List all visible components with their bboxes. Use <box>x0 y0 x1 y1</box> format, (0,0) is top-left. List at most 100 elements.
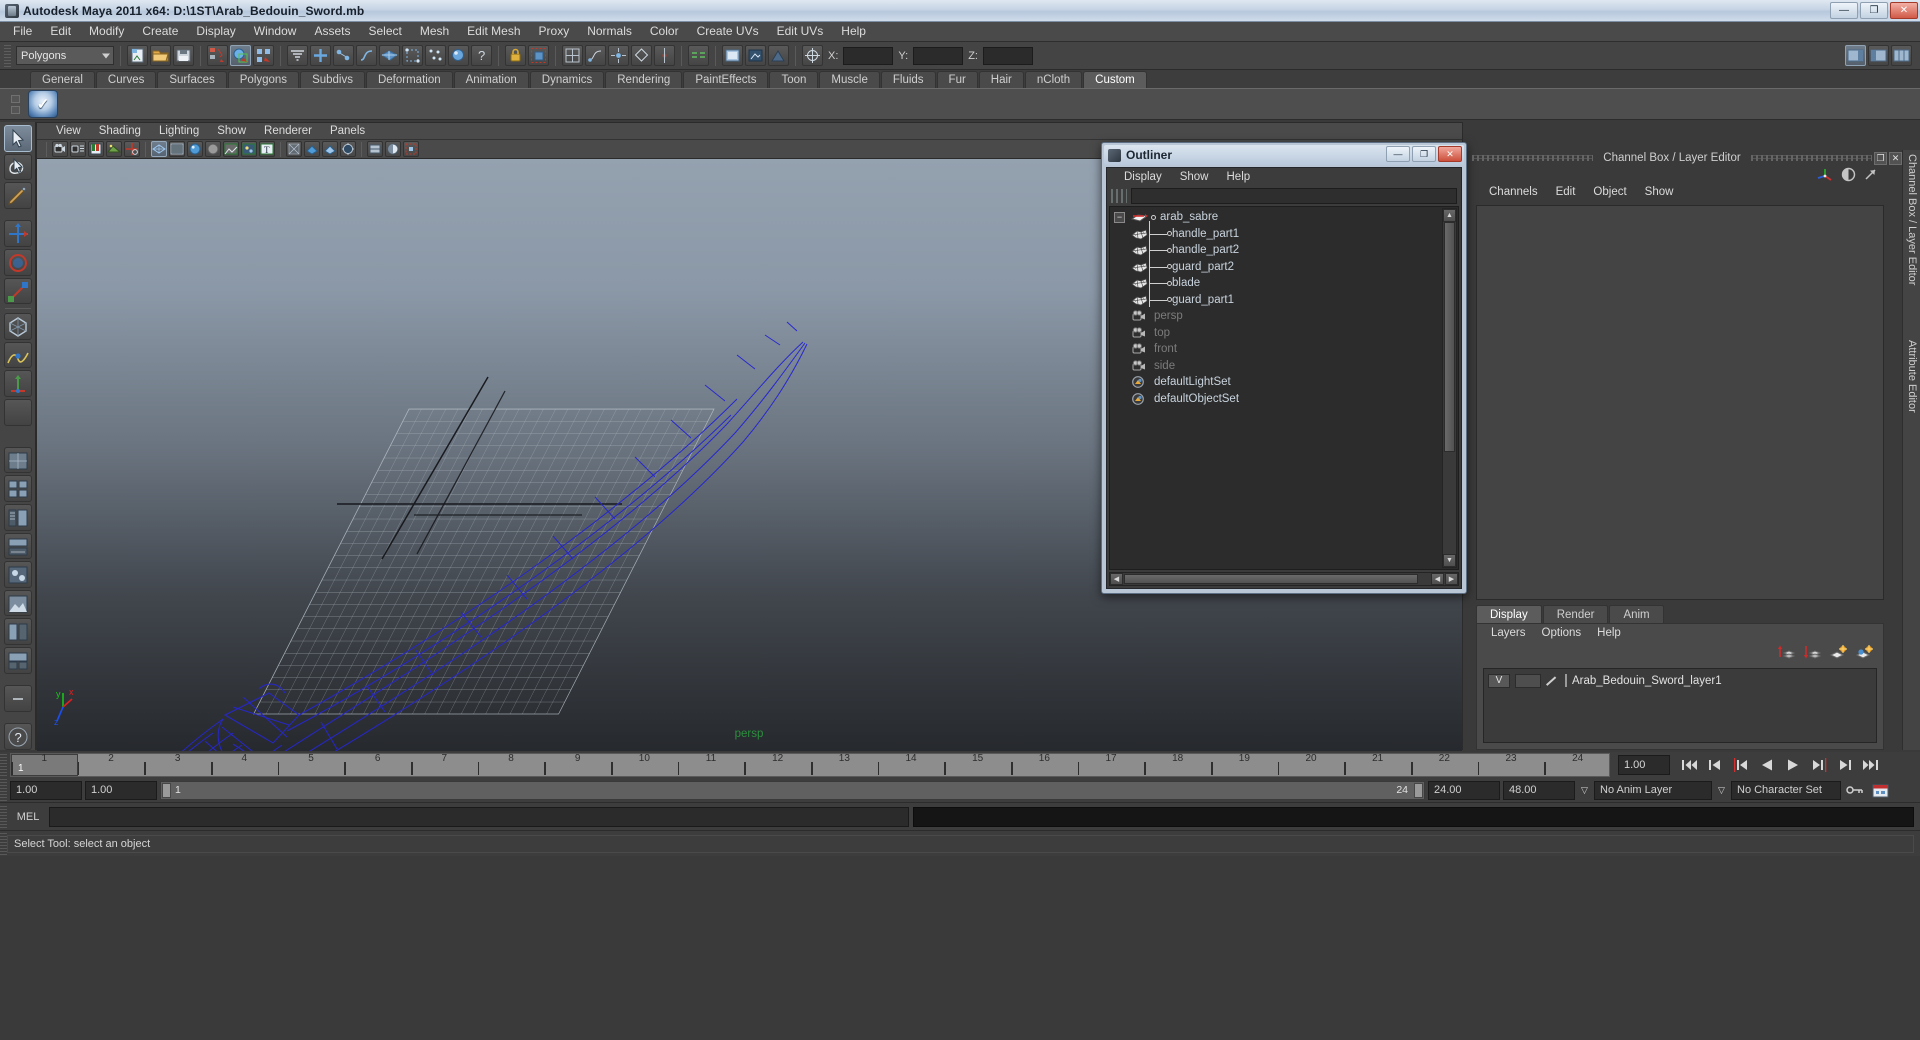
panel-close-button[interactable]: ✕ <box>1889 151 1903 165</box>
menu-item-create-uvs[interactable]: Create UVs <box>688 22 768 41</box>
character-set-dropdown-arrow-icon[interactable]: ▽ <box>1715 781 1728 800</box>
snap-to-view-plane-icon[interactable] <box>654 45 675 66</box>
snap-to-plane-icon[interactable] <box>631 45 652 66</box>
menu-item-help[interactable]: Help <box>832 22 875 41</box>
smooth-shade-selected-icon[interactable] <box>187 141 203 157</box>
range-slider-track[interactable]: 1 24 <box>160 780 1425 800</box>
shelf-tab-general[interactable]: General <box>30 71 95 88</box>
persp-graph-layout[interactable] <box>3 532 32 560</box>
scale-tool[interactable] <box>3 277 32 305</box>
outliner-item-arab_sabre[interactable]: − arab_sabre <box>1110 209 1440 226</box>
outliner-window[interactable]: Outliner — ❐ ✕ Display Show Help − arab_sab… <box>1101 142 1467 594</box>
channel-box-menu-object[interactable]: Object <box>1584 186 1635 198</box>
layer-visibility-toggle[interactable]: V <box>1488 673 1510 688</box>
shelf-tab-rendering[interactable]: Rendering <box>605 71 683 88</box>
menu-item-modify[interactable]: Modify <box>80 22 133 41</box>
paint-selection-tool[interactable] <box>3 182 32 209</box>
auto-key-icon[interactable] <box>1844 783 1866 797</box>
new-scene-icon[interactable] <box>127 45 148 66</box>
shelf-tab-custom[interactable]: Custom <box>1083 71 1147 88</box>
move-layer-up-icon[interactable] <box>1777 644 1795 660</box>
universal-manipulator-tool[interactable] <box>3 313 32 340</box>
anim-layer-field[interactable]: No Anim Layer <box>1594 780 1712 800</box>
shelf-tab-subdivs[interactable]: Subdivs <box>300 71 365 88</box>
outliner-search-input[interactable] <box>1131 188 1457 204</box>
outliner-close-button[interactable]: ✕ <box>1438 146 1462 162</box>
play-forwards-icon[interactable] <box>1782 755 1804 775</box>
current-time-field[interactable]: 1.00 <box>1618 755 1670 775</box>
mask-handles-icon[interactable] <box>310 45 331 66</box>
selection-mask-menu-icon[interactable] <box>287 45 308 66</box>
construction-history-icon[interactable] <box>688 45 709 66</box>
move-tool[interactable] <box>3 220 32 248</box>
play-backwards-icon[interactable] <box>1756 755 1778 775</box>
menu-item-color[interactable]: Color <box>641 22 688 41</box>
step-back-frame-icon[interactable] <box>1730 755 1752 775</box>
lighting-icon[interactable] <box>340 141 356 157</box>
lock-selection-icon[interactable] <box>505 45 526 66</box>
ipr-render-icon[interactable] <box>745 45 766 66</box>
menu-item-assets[interactable]: Assets <box>305 22 359 41</box>
viewport-menu-view[interactable]: View <box>47 125 90 137</box>
outliner-item-defaultobjectset[interactable]: defaultObjectSet <box>1110 391 1440 408</box>
shelf-tab-ncloth[interactable]: nCloth <box>1024 71 1083 88</box>
outliner-item-defaultlightset[interactable]: defaultLightSet <box>1110 374 1440 391</box>
z-input[interactable] <box>982 46 1033 65</box>
xray-display-icon[interactable] <box>286 141 302 157</box>
four-view-layout[interactable] <box>3 475 32 503</box>
shelf-tab-painteffects[interactable]: PaintEffects <box>683 71 769 88</box>
highlight-selection-icon[interactable] <box>528 45 549 66</box>
camera-attributes-icon[interactable] <box>70 141 86 157</box>
scroll-left-arrow-icon-2[interactable]: ◀ <box>1431 573 1444 585</box>
outliner-menu-help[interactable]: Help <box>1218 171 1260 183</box>
three-pane-layout[interactable] <box>3 647 32 674</box>
shelf-tab-fur[interactable]: Fur <box>936 71 978 88</box>
layer-editor-tab-render[interactable]: Render <box>1542 605 1609 623</box>
maximize-button[interactable]: ❐ <box>1860 2 1888 19</box>
scroll-down-arrow-icon[interactable]: ▼ <box>1443 554 1456 567</box>
shelf-tab-curves[interactable]: Curves <box>95 71 157 88</box>
outliner-scroll-thumb[interactable] <box>1444 222 1455 452</box>
mask-curves-icon[interactable] <box>356 45 377 66</box>
shelf-tab-toon[interactable]: Toon <box>769 71 819 88</box>
layer-editor-menu-help[interactable]: Help <box>1589 627 1629 639</box>
panel-restore-button[interactable]: ❐ <box>1874 151 1888 165</box>
last-tool-used[interactable] <box>3 399 32 426</box>
mask-dynamics-icon[interactable] <box>425 45 446 66</box>
bookmark-icon[interactable] <box>88 141 104 157</box>
outliner-tree[interactable]: − arab_sabre handle_part1 handle_part2 guard… <box>1109 206 1459 570</box>
hardware-texturing-icon[interactable] <box>367 141 383 157</box>
menu-item-proxy[interactable]: Proxy <box>530 22 579 41</box>
outliner-menu-display[interactable]: Display <box>1115 171 1171 183</box>
outliner-menu-show[interactable]: Show <box>1171 171 1218 183</box>
outliner-horizontal-scrollbar[interactable]: ◀ ◀ ▶ <box>1109 572 1459 586</box>
command-input-field[interactable] <box>49 806 909 827</box>
time-slider-track[interactable]: 1 1 2 3 4 5 6 7 8 9 10 11 12 13 14 15 16 17 18 19 20 21 22 23 2… <box>10 753 1610 777</box>
animation-preferences-icon[interactable] <box>1869 783 1891 798</box>
mask-misc-icon[interactable]: ? <box>471 45 492 66</box>
select-by-hierarchy-icon[interactable] <box>207 45 228 66</box>
persp-render-layout[interactable] <box>3 589 32 617</box>
command-output-field[interactable] <box>913 806 1914 827</box>
range-left-handle[interactable] <box>162 782 171 798</box>
transform-mode-icon[interactable] <box>802 45 823 66</box>
flat-shade-icon[interactable] <box>205 141 221 157</box>
outliner-item-blade[interactable]: blade <box>1110 275 1440 292</box>
layer-list[interactable]: V Arab_Bedouin_Sword_layer1 <box>1483 668 1877 743</box>
two-pane-side-layout[interactable] <box>3 618 32 646</box>
outliner-item-guard_part2[interactable]: guard_part2 <box>1110 259 1440 276</box>
xray-joints-icon[interactable] <box>322 141 338 157</box>
layer-editor-tab-anim[interactable]: Anim <box>1609 605 1664 623</box>
image-plane-icon[interactable] <box>106 141 122 157</box>
step-back-key-icon[interactable] <box>1704 755 1726 775</box>
shade-joints-icon[interactable] <box>304 141 320 157</box>
menu-item-normals[interactable]: Normals <box>578 22 641 41</box>
viewport-menu-renderer[interactable]: Renderer <box>255 125 321 137</box>
hypershade-persp-layout[interactable] <box>3 561 32 588</box>
new-layer-from-selected-icon[interactable] <box>1855 644 1873 660</box>
range-slider-grip[interactable] <box>0 779 7 801</box>
shelf-tab-animation[interactable]: Animation <box>453 71 529 88</box>
close-button[interactable]: ✕ <box>1890 2 1918 19</box>
snap-to-grid-icon[interactable] <box>562 45 583 66</box>
show-hide-sidebar-icon[interactable] <box>1845 45 1866 66</box>
